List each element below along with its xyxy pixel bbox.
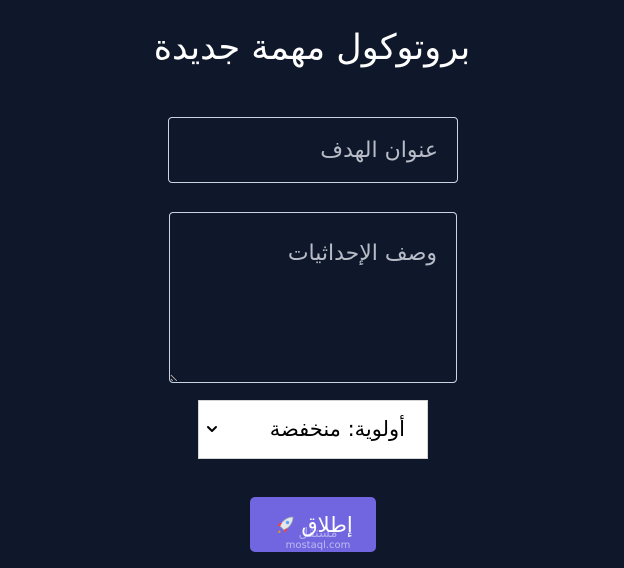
- launch-button[interactable]: إطلاق: [250, 497, 376, 552]
- coordinates-description-textarea[interactable]: [169, 212, 457, 383]
- priority-selected-value: أولوية: منخفضة: [269, 417, 405, 441]
- target-title-input[interactable]: [168, 117, 458, 183]
- page-title: بروتوكول مهمة جديدة: [153, 28, 471, 68]
- rocket-icon: [277, 516, 294, 533]
- launch-button-label: إطلاق: [301, 512, 353, 537]
- chevron-down-icon: [207, 426, 217, 432]
- priority-select[interactable]: أولوية: منخفضة: [198, 400, 428, 459]
